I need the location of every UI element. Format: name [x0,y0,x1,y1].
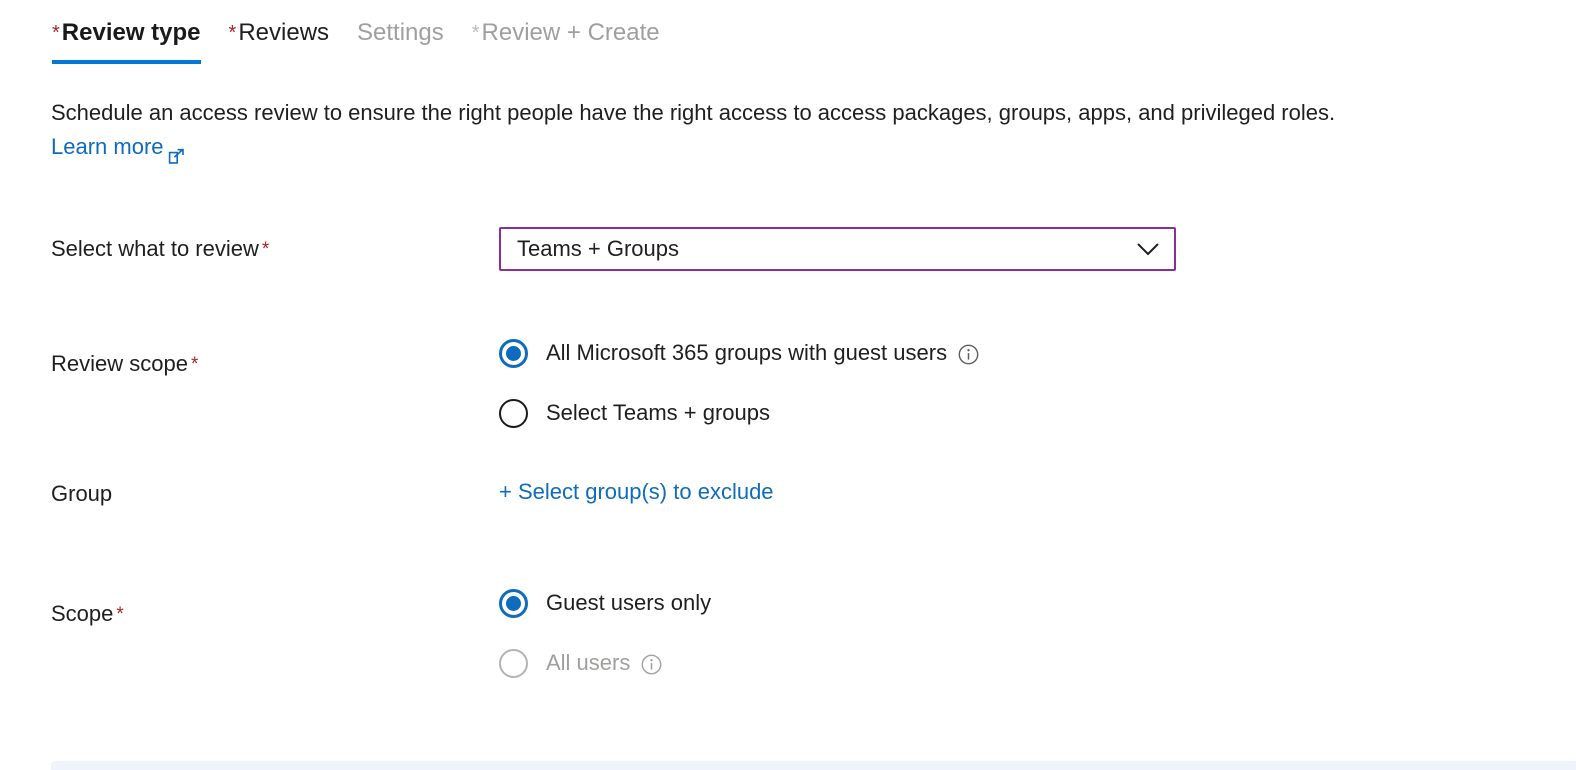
field-label-text: Review scope [51,351,188,376]
select-groups-to-exclude-link[interactable]: + Select group(s) to exclude [499,464,774,505]
required-asterisk: * [116,604,123,625]
radio-all-m365-groups-with-guest-users[interactable]: All Microsoft 365 groups with guest user… [499,323,1576,383]
required-asterisk: * [262,239,269,260]
radio-all-users: All users [499,633,1576,693]
tab-review-type[interactable]: * Review type [38,0,215,48]
tab-label: Reviews [238,18,329,48]
radio-label: Guest users only [546,590,711,616]
select-what-to-review-dropdown[interactable]: Teams + Groups [499,227,1176,271]
tab-review-create[interactable]: * Review + Create [458,0,674,48]
tab-settings[interactable]: Settings [343,0,458,48]
learn-more-link[interactable]: Learn more [51,130,185,164]
radio-mark [499,649,528,678]
form-row-group: Group + Select group(s) to exclude [0,464,1576,573]
info-icon[interactable] [958,344,979,365]
form-row-scope: Scope* Guest users only All users [0,573,1576,693]
radio-mark [499,589,528,618]
radio-guest-users-only[interactable]: Guest users only [499,573,1576,633]
radio-label: Select Teams + groups [546,400,770,426]
tab-label: Review type [62,18,201,48]
field-label-text: Scope [51,601,113,626]
tab-label: Settings [357,18,444,48]
form-row-review-scope: Review scope* All Microsoft 365 groups w… [0,323,1576,464]
field-group: + Select group(s) to exclude [499,464,1576,505]
external-link-icon [168,141,185,158]
label-scope: Scope* [0,573,499,630]
tab-label: Review + Create [482,18,660,48]
required-asterisk: * [52,23,60,43]
page-description: Schedule an access review to ensure the … [51,96,1541,130]
footer-command-bar-edge [51,761,1576,770]
required-asterisk: * [191,354,198,375]
tab-reviews[interactable]: * Reviews [215,0,344,48]
label-group: Group [0,464,499,508]
form-row-select-what-to-review: Select what to review* Teams + Groups [0,215,1576,323]
field-label-text: Select what to review [51,236,259,261]
label-select-what-to-review: Select what to review* [0,215,499,265]
required-asterisk: * [472,23,480,43]
info-icon[interactable] [641,654,662,675]
required-asterisk: * [229,23,237,43]
page-description-block: Schedule an access review to ensure the … [51,96,1541,164]
learn-more-label: Learn more [51,130,164,164]
wizard-tab-bar: * Review type * Reviews Settings * Revie… [0,0,1576,66]
label-review-scope: Review scope* [0,323,499,380]
radio-mark [499,339,528,368]
review-type-form: Select what to review* Teams + Groups Re… [0,215,1576,693]
dropdown-selected-value: Teams + Groups [517,236,1136,262]
radio-mark [499,399,528,428]
radio-label: All users [546,650,630,676]
radio-label: All Microsoft 365 groups with guest user… [546,340,947,366]
radio-select-teams-and-groups[interactable]: Select Teams + groups [499,383,1576,443]
chevron-down-icon [1136,242,1160,256]
field-select-what-to-review: Teams + Groups [499,215,1576,259]
review-scope-radio-group: All Microsoft 365 groups with guest user… [499,323,1576,443]
tab-active-underline [52,60,201,64]
scope-radio-group: Guest users only All users [499,573,1576,693]
field-label-text: Group [51,481,112,506]
